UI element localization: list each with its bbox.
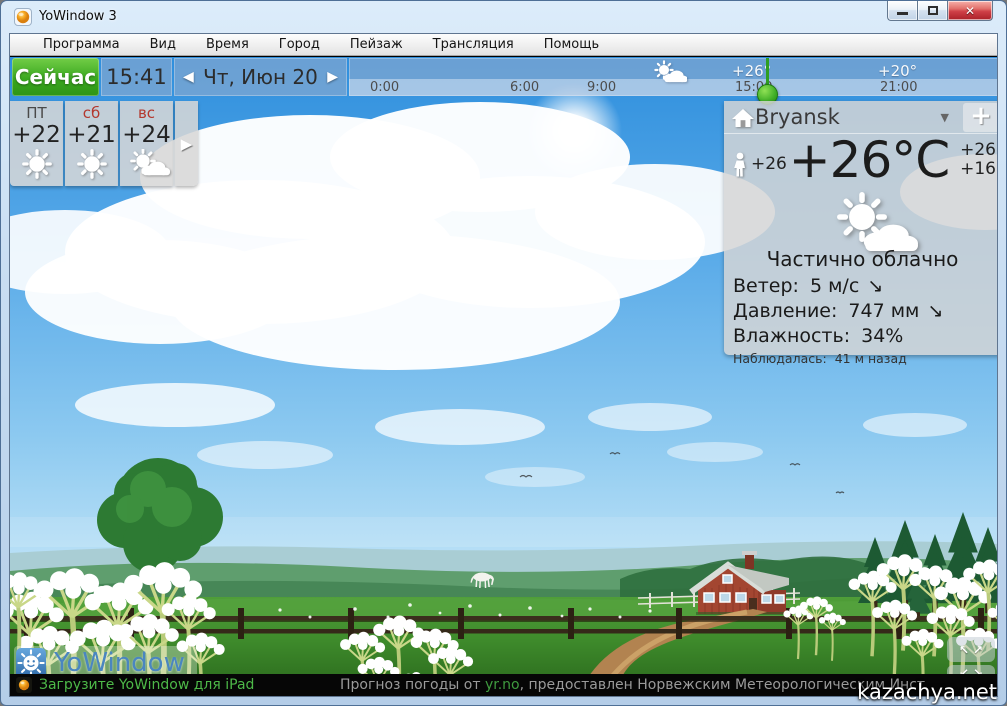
person-icon	[732, 151, 748, 177]
credit-prefix: Прогноз погоды от	[340, 677, 485, 693]
yrno-link[interactable]: yr.no	[485, 677, 520, 693]
close-button[interactable]: ✕	[947, 1, 993, 21]
now-button[interactable]: Сейчас	[12, 58, 99, 96]
menu-view[interactable]: Вид	[135, 34, 191, 55]
maximize-button[interactable]	[917, 1, 947, 21]
collapse-arrow-icon: ↙	[959, 666, 969, 674]
yowindow-logo-icon	[16, 648, 46, 674]
forecast-day-temp: +21	[65, 122, 118, 148]
pressure-trend-arrow: ↘	[927, 300, 943, 322]
app-window: YoWindow 3 ✕ Программа Вид Время Город П…	[0, 0, 1007, 706]
observed-value: 41 м назад	[835, 351, 907, 366]
high-temp: +26	[960, 141, 996, 160]
condition-text: Частично облачно	[724, 247, 997, 271]
observed-label: Наблюдалась:	[733, 351, 827, 366]
menu-bar: Программа Вид Время Город Пейзаж Трансля…	[10, 34, 997, 56]
prev-day-arrow[interactable]: ◀	[183, 69, 194, 85]
collapse-arrow-icon: ↘	[973, 666, 983, 674]
ipad-promo-link[interactable]: Загрузите YoWindow для iPad	[39, 677, 254, 693]
exit-fullscreen-button[interactable]: ↙ ↘	[947, 665, 995, 674]
status-bar: Загрузите YoWindow для iPad Прогноз пого…	[10, 674, 997, 696]
menu-landscape[interactable]: Пейзаж	[335, 34, 418, 55]
site-watermark: kazachya.net	[857, 680, 997, 704]
yowindow-logo-text: YoWindow	[54, 648, 185, 674]
menu-program[interactable]: Программа	[28, 34, 135, 55]
wind-value: 5 м/с	[810, 275, 859, 297]
date-label[interactable]: Чт, Июн 20	[203, 65, 318, 89]
menu-time[interactable]: Время	[191, 34, 264, 55]
high-low-temps: +26 +16	[960, 141, 996, 179]
current-temperature: +26°C	[779, 131, 959, 189]
date-navigator: ◀ Чт, Июн 20 ▶	[174, 58, 347, 96]
forecast-day-temp: +22	[10, 122, 63, 148]
client-area: Программа Вид Время Город Пейзаж Трансля…	[9, 33, 998, 697]
timeline-temp-low: +20°	[878, 62, 917, 80]
wind-row: Ветер: 5 м/с ↘	[733, 275, 883, 297]
pressure-value: 747 мм	[848, 300, 919, 322]
wind-label: Ветер:	[733, 275, 799, 297]
sun-cloud-icon	[814, 191, 924, 255]
forecast-credit: Прогноз погоды от yr.no, предоставлен Но…	[340, 677, 925, 693]
timeline-tick: 21:00	[880, 80, 917, 95]
fullscreen-button[interactable]: ↖ ↗	[947, 637, 995, 662]
observed-row: Наблюдалась: 41 м назад	[733, 351, 907, 366]
home-icon	[731, 107, 755, 129]
window-title: YoWindow 3	[39, 9, 117, 24]
forecast-day-name: ПТ	[10, 104, 63, 122]
chevron-down-icon[interactable]: ▼	[941, 111, 949, 124]
forecast-day-friday[interactable]: ПТ +22	[10, 101, 63, 186]
app-icon	[14, 8, 32, 26]
forecast-day-sunday[interactable]: вс +24	[120, 101, 173, 186]
menu-help[interactable]: Помощь	[529, 34, 614, 55]
next-day-arrow[interactable]: ▶	[327, 69, 338, 85]
humidity-value: 34%	[861, 325, 903, 347]
forecast-day-name: вс	[120, 104, 173, 122]
sun-icon	[11, 149, 63, 179]
minimize-button[interactable]	[887, 1, 917, 21]
sun-cloud-icon	[121, 149, 173, 179]
pressure-label: Давление:	[733, 300, 837, 322]
expand-arrow-icon: ↗	[973, 643, 983, 657]
minimize-icon	[897, 12, 908, 15]
window-controls: ✕	[887, 1, 993, 21]
menu-city[interactable]: Город	[264, 34, 335, 55]
forecast-day-temp: +24	[120, 122, 173, 148]
add-city-button[interactable]: +	[963, 103, 997, 132]
city-selector[interactable]: Bryansk ▼ +	[724, 101, 997, 134]
weather-scene: Сейчас 15:41 ◀ Чт, Июн 20 ▶ 0:00 6:00 9:…	[10, 57, 997, 674]
low-temp: +16	[960, 160, 996, 179]
humidity-label: Влажность:	[733, 325, 850, 347]
time-display[interactable]: 15:41	[101, 58, 172, 96]
forecast-day-name: сб	[65, 104, 118, 122]
yowindow-logo[interactable]: YoWindow	[14, 646, 197, 674]
yowindow-app-icon	[16, 677, 32, 693]
timeline-tick: 9:00	[587, 80, 616, 95]
sun-icon	[66, 149, 118, 179]
sun-cloud-icon	[649, 59, 687, 85]
city-name: Bryansk	[755, 105, 840, 129]
timeline-tick: 6:00	[510, 80, 539, 95]
title-bar: YoWindow 3 ✕	[1, 1, 1006, 33]
maximize-icon	[928, 6, 938, 15]
pressure-row: Давление: 747 мм ↘	[733, 300, 943, 322]
timeline-tick: 0:00	[370, 80, 399, 95]
timeline[interactable]: 0:00 6:00 9:00 15:00 21:00 +26° +20°	[349, 58, 997, 96]
forecast-day-saturday[interactable]: сб +21	[65, 101, 118, 186]
forecast-expand-button[interactable]: ▶	[175, 101, 198, 186]
expand-arrow-icon: ↖	[959, 643, 969, 657]
humidity-row: Влажность: 34%	[733, 325, 903, 347]
weather-panel: Bryansk ▼ + +26 +26°C +26 +16	[724, 101, 997, 355]
menu-broadcast[interactable]: Трансляция	[418, 34, 529, 55]
wind-direction-arrow: ↘	[867, 275, 883, 297]
